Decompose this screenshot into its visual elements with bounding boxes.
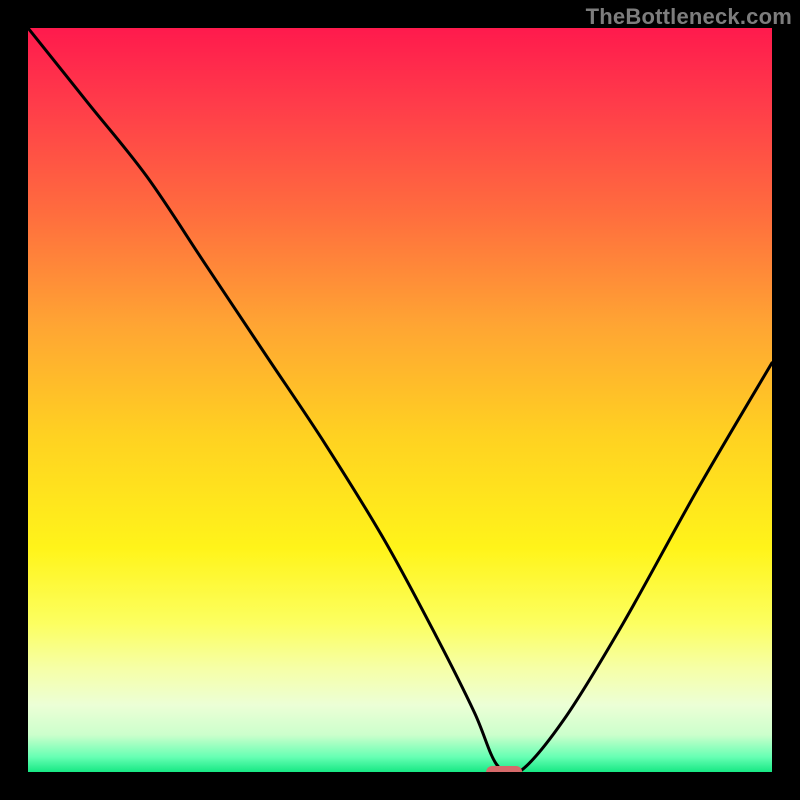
bottleneck-curve-path: [28, 28, 772, 772]
plot-area: [28, 28, 772, 772]
optimal-marker: [486, 766, 522, 772]
curve-svg: [28, 28, 772, 772]
chart-frame: TheBottleneck.com: [0, 0, 800, 800]
watermark-text: TheBottleneck.com: [586, 4, 792, 30]
